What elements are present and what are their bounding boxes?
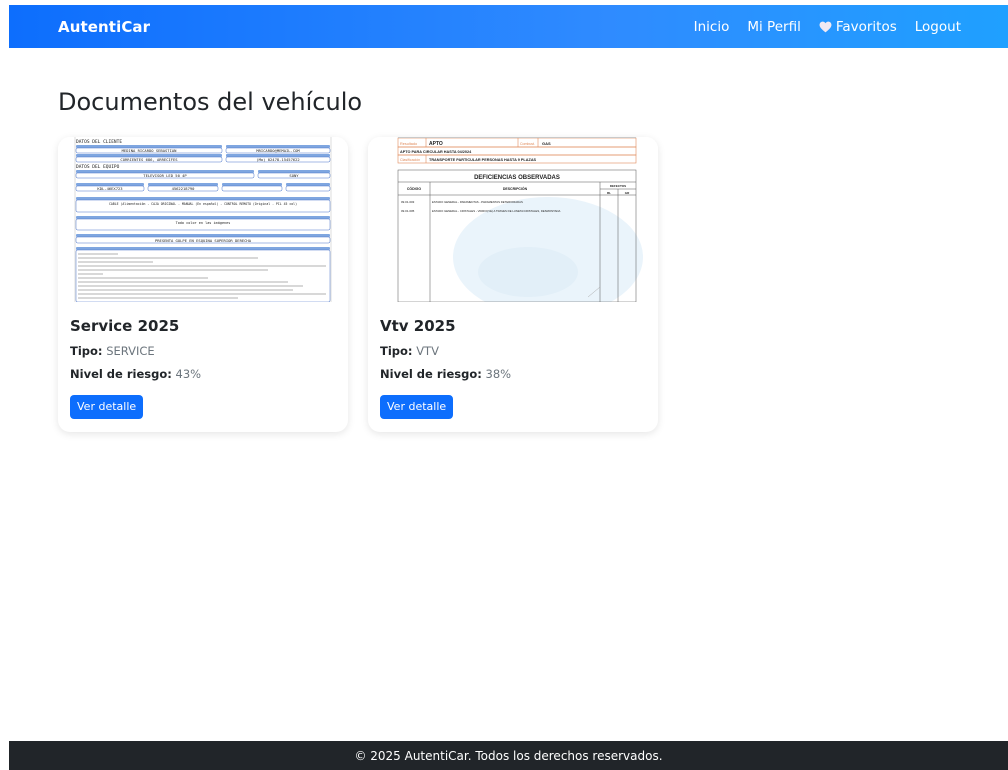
thumb-accesorios: CABLE (Alimentación - CAJA ORIGINAL - MA… <box>109 202 297 206</box>
document-tipo: Tipo: VTV <box>380 344 439 358</box>
vtv-deficiencias-title: DEFICIENCIAS OBSERVADAS <box>474 175 560 181</box>
ver-detalle-button[interactable]: Ver detalle <box>70 395 144 419</box>
vtv-apto-line: APTO PARA CIRCULAR HASTA 04/2024 <box>400 150 472 154</box>
thumb-equipo-desc: TELEVISOR LED 50 4P <box>143 173 187 178</box>
vtv-row2-desc: ESTADO GENERAL - CRISTALES - VIDRIO(VE) … <box>432 209 561 213</box>
thumb-cliente-nombre: MEDINA RICARDO SEBASTIAN <box>122 148 178 153</box>
document-tipo: Tipo: SERVICE <box>70 344 155 358</box>
ver-detalle-button[interactable]: Ver detalle <box>380 395 454 419</box>
vtv-resultado: APTO <box>429 141 443 147</box>
vtv-clasificacion-label: Clasificación <box>400 158 420 162</box>
thumb-section-cliente: DATOS DEL CLIENTE <box>76 139 122 145</box>
nav-link-favoritos[interactable]: Favoritos <box>819 19 897 35</box>
footer-text: © 2025 AutentiCar. Todos los derechos re… <box>354 748 663 763</box>
brand-logo[interactable]: AutentiCar <box>58 18 150 36</box>
thumb-cliente-email: MRICARDO@MEMAIL.COM <box>256 148 300 153</box>
vtv-row1-desc: ESTADO GENERAL - PARAMENTAS - PARAMENTAS… <box>432 200 523 204</box>
document-card-vtv: Resultado APTO Combust. GAS APTO PARA CI… <box>368 137 658 432</box>
nav-links: Inicio Mi Perfil Favoritos Logout <box>694 19 961 35</box>
document-thumbnail-service[interactable]: DATOS DEL CLIENTE MEDINA RICARDO SEBASTI… <box>58 137 348 302</box>
vtv-combustible-label: Combust. <box>520 142 535 146</box>
page-title: Documentos del vehículo <box>58 88 363 116</box>
tipo-value: VTV <box>416 344 439 358</box>
document-riesgo: Nivel de riesgo: 38% <box>380 367 511 381</box>
nav-link-inicio[interactable]: Inicio <box>694 19 730 35</box>
document-title: Service 2025 <box>70 317 180 335</box>
vtv-row2-code: 09.01.005 <box>401 209 415 213</box>
vtv-col-descripcion: DESCRIPCIÓN <box>503 186 528 191</box>
nav-link-mi-perfil[interactable]: Mi Perfil <box>747 19 800 35</box>
thumb-cliente-telefono: (Mo) 02478-15457622 <box>256 157 299 162</box>
tipo-label: Tipo: <box>380 344 413 358</box>
vtv-col-defectos: DEFECTOS <box>610 184 626 188</box>
riesgo-value: 38% <box>485 367 512 381</box>
thumb-section-equipo: DATOS DEL EQUIPO <box>76 164 120 170</box>
document-riesgo: Nivel de riesgo: 43% <box>70 367 201 381</box>
thumb-comentarios: PRESENTA GOLPE EN ESQUINA SUPERIOR DEREC… <box>155 238 252 243</box>
vtv-combustible: GAS <box>542 141 551 146</box>
nav-link-favoritos-label: Favoritos <box>835 18 897 35</box>
document-thumbnail-vtv[interactable]: Resultado APTO Combust. GAS APTO PARA CI… <box>368 137 658 302</box>
thumb-cliente-domicilio: CORRIENTES 686, ARRECIFES <box>120 157 178 162</box>
tipo-label: Tipo: <box>70 344 103 358</box>
vtv-clasificacion: TRANSPORTE PARTICULAR PERSONAS HASTA 9 P… <box>429 158 537 162</box>
footer: © 2025 AutentiCar. Todos los derechos re… <box>9 741 1008 770</box>
heart-icon <box>819 21 832 32</box>
riesgo-label: Nivel de riesgo: <box>380 367 482 381</box>
vtv-col-rl: RL <box>607 191 611 195</box>
navbar: AutentiCar Inicio Mi Perfil Favoritos Lo… <box>9 5 1008 48</box>
riesgo-label: Nivel de riesgo: <box>70 367 172 381</box>
vtv-resultado-label: Resultado <box>400 142 417 146</box>
thumb-equipo-serie: 4562218790 <box>172 186 196 191</box>
tipo-value: SERVICE <box>106 344 155 358</box>
thumb-danos: Todo color en las imágenes <box>176 221 231 225</box>
document-title: Vtv 2025 <box>380 317 456 335</box>
vtv-col-codigo: CÓDIGO <box>407 186 421 191</box>
riesgo-value: 43% <box>175 367 202 381</box>
thumb-equipo-marca: SONY <box>289 173 299 178</box>
nav-link-logout[interactable]: Logout <box>915 19 961 35</box>
document-card-service: DATOS DEL CLIENTE MEDINA RICARDO SEBASTI… <box>58 137 348 432</box>
thumb-equipo-modelo: KDL-46EX723 <box>97 186 122 191</box>
vtv-row1-code: 09.01.003 <box>401 200 415 204</box>
